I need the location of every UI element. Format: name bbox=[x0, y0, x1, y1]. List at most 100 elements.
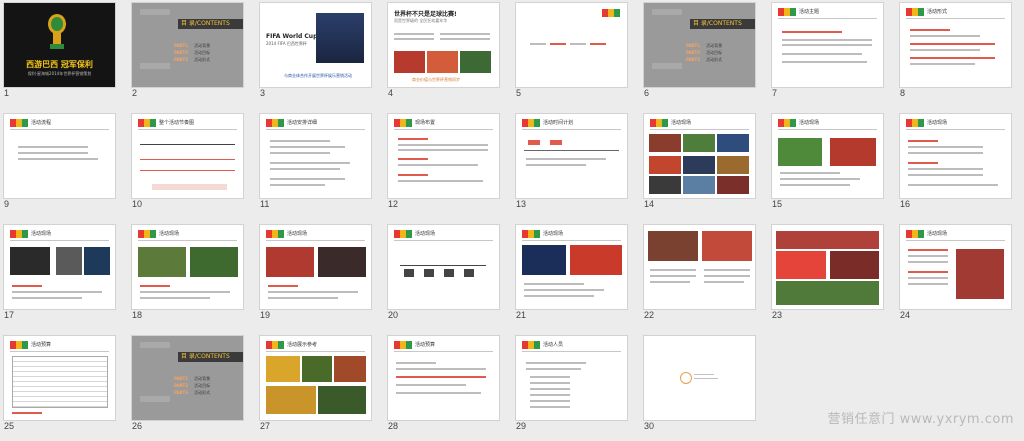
slide-thumbnail[interactable]: 西游巴西 冠军保利 保利·星海城2014年世界杯营销策划 bbox=[4, 3, 115, 87]
slide-cell-21: 活动现场 21 bbox=[512, 222, 640, 330]
slide-number: 5 bbox=[516, 88, 522, 98]
slide-thumbnail[interactable]: 活动安排详细 bbox=[260, 114, 371, 198]
slide-number: 26 bbox=[132, 421, 143, 431]
cover-title: 西游巴西 冠军保利 bbox=[26, 60, 93, 69]
slide-number: 12 bbox=[388, 199, 399, 209]
slide-thumbnail[interactable]: 目 录/CONTENTS PART1 活动背景 PART2 活动目标 PART3 活动… bbox=[132, 3, 243, 87]
closing-logo-icon bbox=[680, 372, 692, 384]
slide-cell-9: 活动流程 9 bbox=[0, 111, 128, 219]
slide-cell-16: 活动现场 16 bbox=[896, 111, 1024, 219]
slide-number: 8 bbox=[900, 88, 906, 98]
slide-cell-22: 22 bbox=[640, 222, 768, 330]
slide-cell-14: 活动现场 14 bbox=[640, 111, 768, 219]
slide-cell-8: 活动形式 8 bbox=[896, 0, 1024, 108]
slide-cell-4: 世界杯不只是足球比赛! 而是世界级的 全民狂欢嘉年华 商业价值与世界杯营销同步 … bbox=[384, 0, 512, 108]
slide-cell-13: 活动时间计划 13 bbox=[512, 111, 640, 219]
slide-thumbnail[interactable]: 活动形式 bbox=[900, 3, 1011, 87]
slide-thumbnail[interactable]: 活动人员 bbox=[516, 336, 627, 420]
slide-number: 11 bbox=[260, 199, 270, 209]
slide-thumbnail[interactable] bbox=[644, 336, 755, 420]
slide-number: 21 bbox=[516, 310, 527, 320]
contents-banner: 目 录/CONTENTS bbox=[690, 19, 755, 29]
slide-subheading: 而是世界级的 全民狂欢嘉年华 bbox=[394, 18, 448, 23]
slide-cell-7: 活动主题 7 bbox=[768, 0, 896, 108]
slide-number: 30 bbox=[644, 421, 655, 431]
slide-thumbnail[interactable]: 活动现场 bbox=[388, 225, 499, 309]
slide-heading: 世界杯不只是足球比赛! bbox=[394, 11, 457, 18]
slide-cell-23: 23 bbox=[768, 222, 896, 330]
slide-number: 20 bbox=[388, 310, 399, 320]
slide-thumbnail[interactable]: 目 录/CONTENTS PART1 活动背景 PART2 活动目标 PART3 活动… bbox=[132, 336, 243, 420]
slide-subheading: 2014 FIFA 巴西世界杯 bbox=[266, 41, 307, 46]
world-cup-trophy-icon bbox=[46, 13, 68, 51]
slide-cell-2: 目 录/CONTENTS PART1 活动背景 PART2 活动目标 PART3 活动… bbox=[128, 0, 256, 108]
slide-thumbnail[interactable]: 整个活动节奏图 bbox=[132, 114, 243, 198]
slide-thumbnail[interactable]: 活动预算 bbox=[388, 336, 499, 420]
slide-thumbnail[interactable]: 世界杯不只是足球比赛! 而是世界级的 全民狂欢嘉年华 商业价值与世界杯营销同步 bbox=[388, 3, 499, 87]
part-item: PART1 活动背景 bbox=[174, 43, 211, 48]
slide-number: 25 bbox=[4, 421, 15, 431]
slide-cell-27: 活动展示参考 27 bbox=[256, 333, 384, 441]
slide-thumbnail[interactable]: 目 录/CONTENTS PART1 活动背景 PART2 活动目标 PART3 活动… bbox=[644, 3, 755, 87]
slide-thumbnail[interactable]: 活动主题 bbox=[772, 3, 883, 87]
slide-number: 16 bbox=[900, 199, 911, 209]
slide-number: 29 bbox=[516, 421, 527, 431]
slide-caption: 与商业体合作开展世界杯娱乐营销活动 bbox=[284, 73, 352, 78]
contents-banner: 目 录/CONTENTS bbox=[178, 19, 243, 29]
slide-thumbnail[interactable]: 活动时间计划 bbox=[516, 114, 627, 198]
slide-cell-10: 整个活动节奏图 10 bbox=[128, 111, 256, 219]
slide-sorter-grid: 西游巴西 冠军保利 保利·星海城2014年世界杯营销策划 1 目 录/CONTE… bbox=[0, 0, 1024, 435]
slide-cell-15: 活动现场 15 bbox=[768, 111, 896, 219]
slide-number: 1 bbox=[4, 88, 10, 98]
slide-number: 27 bbox=[260, 421, 271, 431]
slide-number: 18 bbox=[132, 310, 143, 320]
slide-cell-19: 活动现场 19 bbox=[256, 222, 384, 330]
watermark-text: 营销任意门 www.yxrym.com bbox=[827, 412, 1014, 427]
slide-cell-17: 活动现场 17 bbox=[0, 222, 128, 330]
slide-number: 4 bbox=[388, 88, 394, 98]
slide-thumbnail[interactable]: 活动现场 bbox=[900, 225, 1011, 309]
slide-cell-6: 目 录/CONTENTS PART1 活动背景 PART2 活动目标 PART3 活动… bbox=[640, 0, 768, 108]
slide-number: 7 bbox=[772, 88, 778, 98]
slide-thumbnail[interactable]: 活动现场 bbox=[900, 114, 1011, 198]
slide-cell-25: 活动预算 25 bbox=[0, 333, 128, 441]
slide-thumbnail[interactable]: 活动预算 bbox=[4, 336, 115, 420]
slide-cell-11: 活动安排详细 11 bbox=[256, 111, 384, 219]
slide-number: 22 bbox=[644, 310, 655, 320]
part-item: PART2 活动目标 bbox=[174, 50, 211, 55]
slide-thumbnail[interactable] bbox=[516, 3, 627, 87]
slide-thumbnail[interactable] bbox=[772, 225, 883, 309]
slide-thumbnail[interactable]: 活动现场 bbox=[4, 225, 115, 309]
slide-cell-28: 活动预算 28 bbox=[384, 333, 512, 441]
slide-cell-20: 活动现场 20 bbox=[384, 222, 512, 330]
slide-thumbnail[interactable]: FIFA World Cup 2014 FIFA 巴西世界杯 与商业体合作开展世… bbox=[260, 3, 371, 87]
slide-caption: 商业价值与世界杯营销同步 bbox=[412, 77, 460, 82]
slide-thumbnail[interactable] bbox=[644, 225, 755, 309]
slide-cell-24: 活动现场 24 bbox=[896, 222, 1024, 330]
slide-number: 10 bbox=[132, 199, 143, 209]
slide-cell-26: 目 录/CONTENTS PART1 活动背景 PART2 活动目标 PART3 活动… bbox=[128, 333, 256, 441]
slide-thumbnail[interactable]: 活动现场 bbox=[644, 114, 755, 198]
slide-thumbnail[interactable]: 活动现场 bbox=[132, 225, 243, 309]
slide-number: 24 bbox=[900, 310, 911, 320]
slide-thumbnail[interactable]: 活动现场 bbox=[260, 225, 371, 309]
slide-thumbnail[interactable]: 活动流程 bbox=[4, 114, 115, 198]
slide-number: 17 bbox=[4, 310, 15, 320]
slide-cell-29: 活动人员 29 bbox=[512, 333, 640, 441]
slide-number: 14 bbox=[644, 199, 655, 209]
slide-thumbnail[interactable]: 活动展示参考 bbox=[260, 336, 371, 420]
slide-number: 3 bbox=[260, 88, 266, 98]
part-item: PART3 活动形式 bbox=[174, 57, 211, 62]
slide-number: 9 bbox=[4, 199, 10, 209]
slide-thumbnail[interactable]: 现场布置 bbox=[388, 114, 499, 198]
cover-subtitle: 保利·星海城2014年世界杯营销策划 bbox=[27, 71, 92, 76]
slide-thumbnail[interactable]: 活动现场 bbox=[772, 114, 883, 198]
slide-number: 28 bbox=[388, 421, 399, 431]
slide-thumbnail[interactable]: 活动现场 bbox=[516, 225, 627, 309]
contents-banner: 目 录/CONTENTS bbox=[178, 352, 243, 362]
slide-cell-12: 现场布置 12 bbox=[384, 111, 512, 219]
slide-cell-3: FIFA World Cup 2014 FIFA 巴西世界杯 与商业体合作开展世… bbox=[256, 0, 384, 108]
slide-number: 6 bbox=[644, 88, 650, 98]
slide-number: 19 bbox=[260, 310, 271, 320]
slide-cell-5: 5 bbox=[512, 0, 640, 108]
